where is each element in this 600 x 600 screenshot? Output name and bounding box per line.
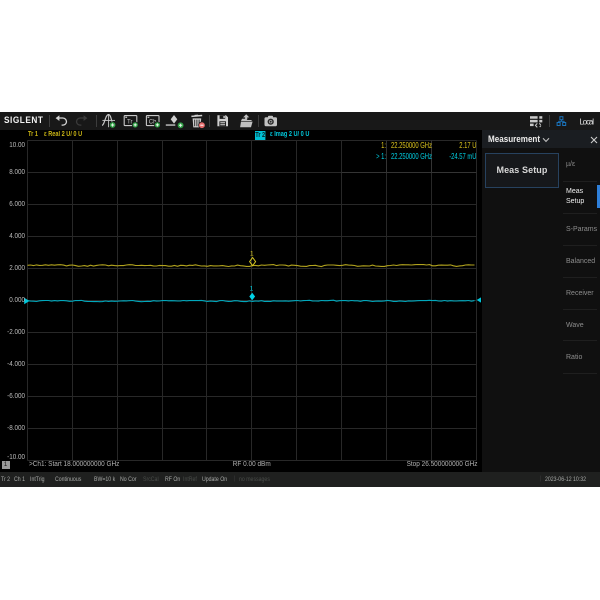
- svg-text:1: 1: [250, 286, 254, 293]
- svg-text:1: 1: [250, 251, 254, 258]
